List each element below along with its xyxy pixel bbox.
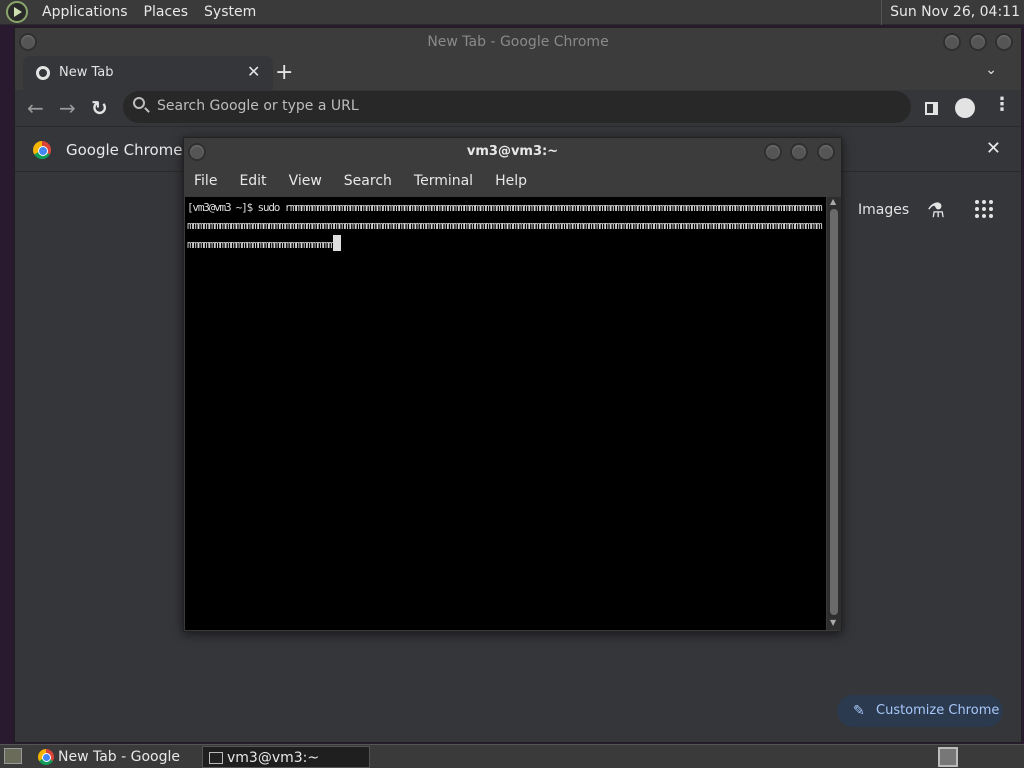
tab-search-chevron-icon[interactable]: ⌄ — [985, 62, 997, 78]
scroll-down-arrow-icon[interactable]: ▼ — [830, 618, 836, 627]
terminal-titlebar[interactable]: vm3@vm3:~ — [184, 138, 841, 166]
terminal-prompt: [vm3@vm3 ~]$ — [187, 201, 258, 214]
terminal-menu-terminal[interactable]: Terminal — [414, 173, 473, 189]
workspace-switcher[interactable] — [938, 747, 958, 767]
terminal-window: vm3@vm3:~ File Edit View Search Terminal… — [183, 137, 842, 632]
maximize-button[interactable] — [969, 33, 987, 51]
clock[interactable]: Sun Nov 26, 04:11 — [881, 0, 1020, 25]
omnibox-placeholder: Search Google or type a URL — [157, 98, 359, 114]
top-panel: Applications Places System Sun Nov 26, 0… — [0, 0, 1024, 25]
terminal-menu-edit[interactable]: Edit — [239, 173, 266, 189]
top-menu: Applications Places System — [0, 0, 264, 25]
taskbar-chrome-label: New Tab - Google ... — [58, 749, 181, 765]
terminal-menu-search[interactable]: Search — [344, 173, 392, 189]
terminal-screen[interactable]: [vm3@vm3 ~]$ sudo rmmmmmmmmmmmmmmmmmmmmm… — [185, 197, 826, 630]
side-panel-icon[interactable] — [925, 102, 938, 115]
chrome-logo-icon — [33, 141, 51, 159]
scrollbar-thumb[interactable] — [830, 209, 838, 615]
customize-chrome-label: Customize Chrome — [876, 703, 1000, 718]
terminal-command: sudo rmmmmmmmmmmmmmmmmmmmmmmmmmmmmmmmmmm… — [187, 201, 823, 251]
terminal-window-menu-button[interactable] — [188, 143, 206, 161]
terminal-menubar: File Edit View Search Terminal Help — [184, 166, 841, 196]
distro-logo-icon[interactable] — [6, 1, 28, 23]
images-link[interactable]: Images — [858, 202, 909, 218]
menu-system[interactable]: System — [196, 0, 264, 25]
tab-title: New Tab — [59, 65, 114, 80]
chrome-window-title: New Tab - Google Chrome — [427, 34, 609, 50]
tab-new-tab[interactable]: New Tab ✕ — [23, 56, 273, 90]
chrome-toolbar: ← → ↻ Search Google or type a URL ⋮ — [15, 90, 1021, 126]
new-tab-button[interactable]: + — [275, 60, 293, 85]
minimize-button[interactable] — [943, 33, 961, 51]
show-desktop-icon[interactable] — [4, 748, 22, 764]
terminal-maximize-button[interactable] — [790, 143, 808, 161]
terminal-menu-view[interactable]: View — [289, 173, 322, 189]
infobar-close-icon[interactable]: ✕ — [986, 138, 1001, 159]
taskbar-item-terminal[interactable]: vm3@vm3:~ — [202, 746, 370, 768]
terminal-scrollbar[interactable]: ▲ ▼ — [827, 197, 841, 630]
google-apps-icon[interactable] — [975, 200, 993, 218]
chrome-titlebar[interactable]: New Tab - Google Chrome — [15, 28, 1021, 56]
profile-avatar-icon[interactable] — [955, 98, 975, 118]
close-button[interactable] — [995, 33, 1013, 51]
forward-arrow-icon[interactable]: → — [59, 96, 76, 120]
tab-close-icon[interactable]: ✕ — [247, 62, 260, 81]
window-menu-button[interactable] — [19, 33, 37, 51]
back-arrow-icon[interactable]: ← — [27, 96, 44, 120]
omnibox[interactable]: Search Google or type a URL — [123, 91, 911, 123]
reload-icon[interactable]: ↻ — [91, 96, 108, 120]
menu-applications[interactable]: Applications — [34, 0, 136, 25]
terminal-output: [vm3@vm3 ~]$ sudo rmmmmmmmmmmmmmmmmmmmmm… — [187, 199, 824, 254]
chrome-tab-icon — [36, 66, 50, 80]
terminal-cursor — [333, 235, 342, 251]
labs-flask-icon[interactable]: ⚗ — [927, 198, 945, 222]
terminal-window-title: vm3@vm3:~ — [466, 144, 559, 159]
tab-strip: New Tab ✕ + ⌄ — [15, 56, 1021, 90]
bottom-panel: New Tab - Google ... vm3@vm3:~ — [0, 744, 1024, 768]
customize-chrome-button[interactable]: ✎ Customize Chrome — [837, 695, 1003, 727]
taskbar-item-chrome[interactable]: New Tab - Google ... — [34, 746, 196, 768]
terminal-taskbar-icon — [209, 752, 223, 764]
terminal-menu-help[interactable]: Help — [495, 173, 527, 189]
chrome-taskbar-icon — [38, 749, 54, 765]
scroll-up-arrow-icon[interactable]: ▲ — [830, 197, 836, 206]
taskbar-terminal-label: vm3@vm3:~ — [227, 750, 320, 766]
search-icon — [133, 97, 145, 109]
terminal-minimize-button[interactable] — [764, 143, 782, 161]
terminal-close-button[interactable] — [817, 143, 835, 161]
menu-places[interactable]: Places — [136, 0, 197, 25]
kebab-menu-icon[interactable]: ⋮ — [993, 94, 1011, 115]
terminal-menu-file[interactable]: File — [194, 173, 217, 189]
pencil-icon: ✎ — [853, 703, 865, 719]
